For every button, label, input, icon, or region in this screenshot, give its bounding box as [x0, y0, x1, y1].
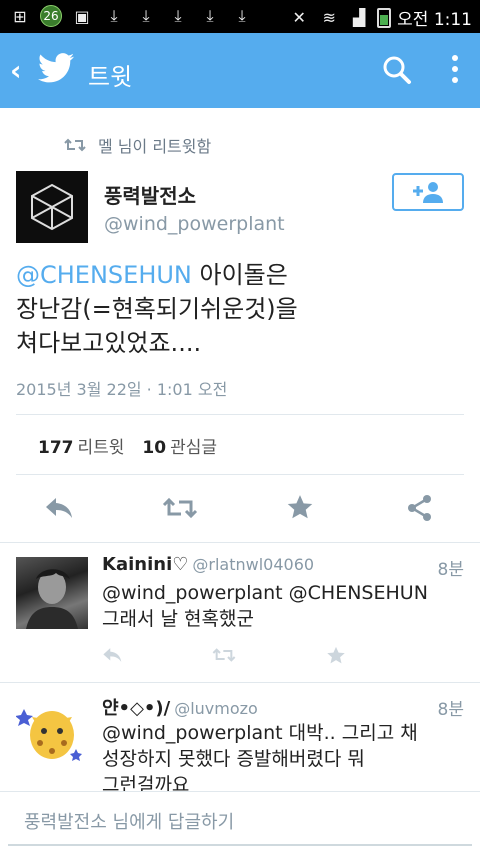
retweet-icon[interactable] [212, 646, 236, 664]
add-user-icon [413, 182, 443, 203]
mute-icon: ✕ [292, 8, 306, 27]
app-bar: ‹ 트윗 [0, 33, 480, 108]
avatar[interactable] [16, 171, 88, 243]
retweet-note: 멜 님이 리트윗함 [64, 133, 211, 157]
favorite-star-icon[interactable] [326, 646, 346, 666]
tweet-text: @CHENSEHUN 아이돌은 장난감(=현혹되기쉬운것)을 쳐다보고있었죠..… [16, 258, 466, 360]
retweet-note-label: 멜 님이 리트윗함 [98, 137, 212, 156]
reply-author-name: Kainini♡ [102, 554, 189, 575]
retweet-icon[interactable] [162, 490, 198, 526]
reply-bar: 풍력발전소 님에게 답글하기 [0, 791, 480, 853]
signal-icon: ▟ [352, 8, 366, 27]
battery-icon [377, 7, 392, 28]
download-icon: ⤓ [206, 6, 214, 25]
search-icon[interactable] [382, 55, 412, 85]
retweet-stat[interactable]: 177 리트윗 [38, 433, 124, 458]
download-icon: ⤓ [142, 6, 150, 25]
tweet-text-line1: 아이돌은 [191, 261, 288, 289]
retweet-count: 177 [38, 438, 74, 458]
overflow-menu-icon[interactable] [452, 55, 458, 83]
share-icon[interactable] [402, 490, 438, 526]
tweet-actions [0, 490, 480, 526]
tweet-text-line2: 장난감(=현혹되기쉬운것)을 [16, 295, 298, 323]
reply-text-line1: @wind_powerplant @CHENSEHUN [102, 582, 428, 604]
author-name[interactable]: 풍력발전소 [104, 180, 196, 209]
reply-time: 8분 [437, 560, 464, 580]
tweet-stats: 177 리트윗 10 관심글 [38, 433, 217, 458]
page-title: 트윗 [88, 63, 133, 91]
favorite-stat[interactable]: 10 관심글 [142, 433, 217, 458]
download-icon: ⤓ [110, 6, 118, 25]
reply-input[interactable]: 풍력발전소 님에게 답글하기 [8, 800, 472, 846]
portrait-image [26, 569, 78, 629]
mention-link[interactable]: @CHENSEHUN [16, 261, 192, 289]
add-box-icon: ⊞ [13, 6, 27, 26]
reply-item[interactable]: 얀•◇•)/@luvmozo 8분 @wind_powerplant 대박.. … [0, 683, 480, 796]
reply-author[interactable]: Kainini♡ @rlatnwl04060 [102, 554, 314, 575]
exo-logo-icon [31, 183, 73, 231]
reply-icon[interactable] [42, 490, 78, 526]
retweet-icon [64, 138, 86, 152]
author-handle[interactable]: @wind_powerplant [104, 213, 285, 235]
favorite-star-icon[interactable] [282, 490, 318, 526]
reply-text-line2: 성장하지 못했다 증발해버렸다 뭐 [102, 748, 365, 770]
twitter-bird-icon [38, 53, 74, 83]
reply-icon[interactable] [102, 646, 124, 664]
avatar[interactable] [15, 697, 88, 769]
clock: 오전 1:11 [397, 10, 472, 30]
wifi-icon: ≋ [322, 8, 336, 27]
reply-author-name: 얀•◇•)/ [102, 698, 171, 719]
status-bar: ⊞ 26 ▣ ⤓ ⤓ ⤓ ⤓ ⤓ ✕ ≋ ▟ 오전 1:11 [0, 0, 480, 33]
download-icon: ⤓ [174, 6, 182, 25]
favorite-count: 10 [142, 438, 167, 458]
reply-time: 8분 [437, 700, 464, 720]
tweet-timestamp: 2015년 3월 22일 · 1:01 오전 [16, 380, 228, 399]
reply-text-line1: @wind_powerplant 대박.. 그리고 채 [102, 722, 418, 744]
download-icon: ⤓ [238, 6, 246, 25]
cartoon-cat-image [15, 697, 88, 769]
reply-text: @wind_powerplant @CHENSEHUN 그래서 날 현혹했군 [102, 580, 467, 632]
retweet-stat-label: 리트윗 [77, 438, 125, 458]
reply-author-handle: @luvmozo [174, 699, 258, 718]
reply-author[interactable]: 얀•◇•)/@luvmozo [102, 694, 258, 720]
reply-text: @wind_powerplant 대박.. 그리고 채 성장하지 못했다 증발해… [102, 720, 467, 798]
notification-count-badge: 26 [40, 5, 62, 27]
reply-author-handle: @rlatnwl04060 [192, 555, 315, 574]
follow-button[interactable] [392, 173, 464, 211]
image-icon: ▣ [74, 6, 90, 26]
reply-text-line2: 그래서 날 현혹했군 [102, 608, 254, 630]
back-icon[interactable]: ‹ [10, 57, 22, 85]
divider [16, 414, 464, 415]
divider [16, 474, 464, 475]
tweet-text-line3: 쳐다보고있었죠.... [16, 329, 202, 357]
reply-actions [102, 646, 362, 668]
reply-item[interactable]: Kainini♡ @rlatnwl04060 8분 @wind_powerplan… [0, 543, 480, 683]
avatar[interactable] [16, 557, 88, 629]
favorite-stat-label: 관심글 [170, 438, 218, 458]
